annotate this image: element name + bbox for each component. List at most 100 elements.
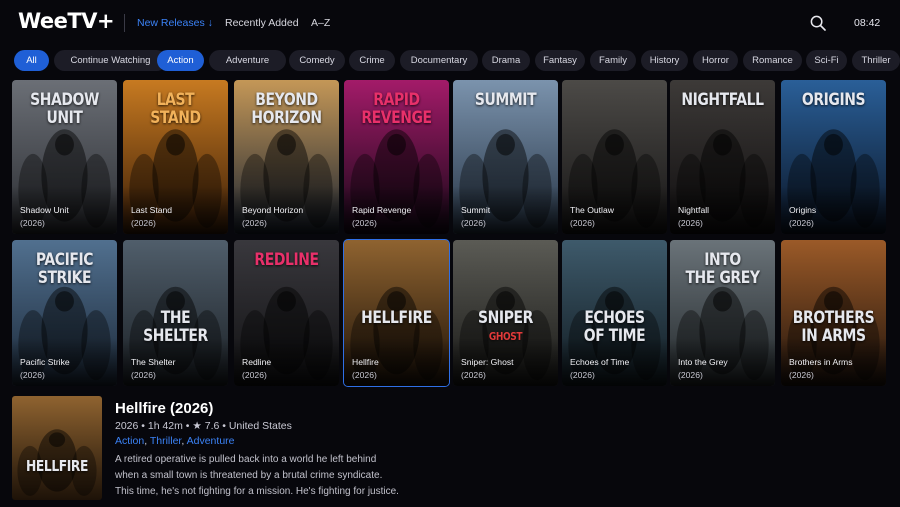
description-line: when a small town is threatened by a bru… [115, 470, 383, 481]
movie-poster-the-shelter[interactable]: THE SHELTER The Shelter (2026) [123, 240, 228, 386]
poster-year: (2026) [461, 218, 486, 228]
poster-title-text: SNIPER [478, 308, 533, 328]
detail-title: Hellfire (2026) [115, 400, 214, 417]
genre-chip-thriller[interactable]: Thriller [852, 50, 900, 71]
poster-caption: Last Stand [131, 205, 173, 215]
poster-caption: The Outlaw [570, 205, 614, 215]
poster-year: (2026) [20, 370, 45, 380]
poster-year: (2026) [242, 218, 267, 228]
genre-chip-all[interactable]: All [14, 50, 49, 71]
poster-year: (2026) [789, 218, 814, 228]
nav-recently-added[interactable]: Recently Added [225, 17, 299, 29]
genre-chip-crime[interactable]: Crime [349, 50, 395, 71]
poster-title-text: BEYOND [255, 90, 318, 110]
nav-new-releases[interactable]: New Releases ↓ [137, 17, 213, 29]
poster-title-text: THE GREY [685, 268, 760, 288]
top-bar: WeeTV+ New Releases ↓ Recently Added A–Z… [0, 0, 900, 46]
poster-year: (2026) [131, 218, 156, 228]
genre-chip-sci-fi[interactable]: Sci-Fi [806, 50, 847, 71]
poster-year: (2026) [20, 218, 45, 228]
poster-caption: Pacific Strike [20, 357, 70, 367]
movie-poster-sniper-ghost[interactable]: SNIPER GHOST Sniper: Ghost (2026) [453, 240, 558, 386]
detail-poster-thumbnail[interactable]: HELLFIRE [12, 396, 102, 500]
poster-caption: Redline [242, 357, 272, 367]
detail-description: A retired operative is pulled back into … [115, 452, 415, 500]
poster-title-text: ORIGINS [801, 90, 866, 110]
poster-caption: Nightfall [678, 205, 710, 215]
poster-caption: Sniper: Ghost [461, 357, 514, 367]
genre-chip-drama[interactable]: Drama [482, 50, 530, 71]
poster-year: (2026) [242, 370, 267, 380]
genre-chip-adventure[interactable]: Adventure [209, 50, 286, 71]
poster-caption: Into the Grey [678, 357, 728, 367]
movie-poster-redline[interactable]: REDLINE Redline (2026) [234, 240, 339, 386]
detail-genre-link[interactable]: Thriller [150, 435, 182, 447]
poster-title-text: STRIKE [37, 268, 92, 288]
movie-poster-shadow-unit[interactable]: SHADOW UNIT Shadow Unit (2026) [12, 80, 117, 234]
poster-title-text: PACIFIC [35, 250, 94, 270]
genre-chip-horror[interactable]: Horror [693, 50, 738, 71]
poster-title-text: LAST [156, 90, 195, 110]
poster-title-text: UNIT [46, 108, 83, 128]
detail-genre-link[interactable]: Action [115, 435, 144, 447]
movie-poster-nightfall[interactable]: NIGHTFALL Nightfall (2026) [670, 80, 775, 234]
search-icon[interactable] [810, 15, 826, 31]
genre-chip-action[interactable]: Action [157, 50, 204, 71]
poster-caption: Brothers in Arms [789, 357, 853, 367]
genre-chip-romance[interactable]: Romance [743, 50, 802, 71]
header-divider [124, 14, 125, 32]
detail-thumb-title: HELLFIRE [26, 457, 88, 475]
poster-title-text: HORIZON [251, 108, 322, 128]
movie-poster-pacific-strike[interactable]: PACIFIC STRIKE Pacific Strike (2026) [12, 240, 117, 386]
movie-poster-origins[interactable]: ORIGINS Origins (2026) [781, 80, 886, 234]
poster-title-text: RAPID [373, 90, 420, 110]
poster-title-text: SHADOW [30, 90, 99, 110]
poster-title-text: STAND [150, 108, 201, 128]
poster-artwork [12, 396, 102, 500]
poster-caption: Echoes of Time [570, 357, 630, 367]
app-logo[interactable]: WeeTV+ [18, 9, 115, 33]
poster-caption: Hellfire [352, 357, 379, 367]
movie-poster-into-the-grey[interactable]: INTO THE GREY Into the Grey (2026) [670, 240, 775, 386]
poster-title-text: INTO [704, 250, 741, 270]
poster-year: (2026) [352, 218, 377, 228]
poster-year: (2026) [352, 370, 377, 380]
detail-genres: Action, Thriller, Adventure [115, 435, 235, 447]
poster-caption: Summit [461, 205, 491, 215]
genre-chip-family[interactable]: Family [590, 50, 636, 71]
genre-chip-comedy[interactable]: Comedy [289, 50, 345, 71]
movie-poster-echoes-of-time[interactable]: ECHOES OF TIME Echoes of Time (2026) [562, 240, 667, 386]
movie-poster-summit[interactable]: SUMMIT Summit (2026) [453, 80, 558, 234]
movie-poster-beyond-horizon[interactable]: BEYOND HORIZON Beyond Horizon (2026) [234, 80, 339, 234]
poster-caption: The Shelter [131, 357, 176, 367]
genre-chip-documentary[interactable]: Documentary [400, 50, 478, 71]
poster-year: (2026) [570, 370, 595, 380]
clock: 08:42 [854, 17, 881, 29]
poster-year: (2026) [570, 218, 595, 228]
poster-title-text: ECHOES [584, 308, 645, 328]
poster-year: (2026) [461, 370, 486, 380]
genre-chip-continue-watching[interactable]: Continue Watching [54, 50, 167, 71]
genre-chip-fantasy[interactable]: Fantasy [535, 50, 585, 71]
genre-chip-history[interactable]: History [641, 50, 688, 71]
poster-title-text: BROTHERS [792, 308, 875, 328]
poster-title-text: REDLINE [254, 250, 319, 270]
description-line: A retired operative is pulled back into … [115, 454, 377, 465]
poster-caption: Shadow Unit [20, 205, 69, 215]
movie-poster-brothers-in-arms[interactable]: BROTHERS IN ARMS Brothers in Arms (2026) [781, 240, 886, 386]
poster-title-text: THE [160, 308, 191, 328]
nav-a-z[interactable]: A–Z [311, 17, 330, 29]
poster-year: (2026) [789, 370, 814, 380]
detail-meta: 2026 • 1h 42m • ★ 7.6 • United States [115, 420, 292, 432]
poster-title-text: HELLFIRE [361, 308, 432, 328]
detail-genre-link[interactable]: Adventure [187, 435, 235, 447]
poster-title-text: SUMMIT [474, 90, 537, 110]
movie-poster-hellfire[interactable]: HELLFIRE Hellfire (2026) [343, 239, 450, 387]
movie-poster-the-outlaw[interactable]: The Outlaw (2026) [562, 80, 667, 234]
movie-poster-last-stand[interactable]: LAST STAND Last Stand (2026) [123, 80, 228, 234]
poster-caption: Origins [789, 205, 817, 215]
poster-caption: Rapid Revenge [352, 205, 412, 215]
movie-poster-rapid-revenge[interactable]: RAPID REVENGE Rapid Revenge (2026) [344, 80, 449, 234]
poster-year: (2026) [678, 370, 703, 380]
poster-year: (2026) [678, 218, 703, 228]
